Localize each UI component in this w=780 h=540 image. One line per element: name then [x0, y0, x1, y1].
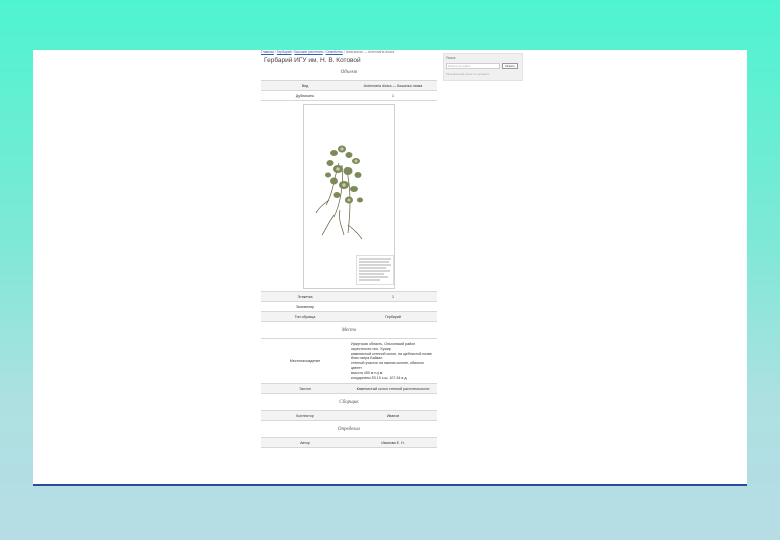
- locality-line: координаты 53.19 с.ш. 107.34 в.д.: [351, 375, 408, 380]
- search-button[interactable]: Искать: [502, 63, 518, 69]
- row-label: Коллектор: [261, 410, 349, 422]
- breadcrumb-link-plants[interactable]: Высшие растения: [294, 50, 322, 54]
- row-label: Экотоп: [261, 383, 349, 395]
- table-row: Экземпляр: [261, 301, 437, 312]
- row-label: Тип образца: [261, 311, 349, 322]
- section-object-heading: Объект: [261, 64, 437, 81]
- table-row: Дубликаты 1: [261, 90, 437, 101]
- row-value: Каменистый склон степной растительности: [349, 383, 437, 395]
- search-widget-title: Поиск: [446, 56, 456, 60]
- section-det-heading: Определил: [261, 420, 437, 439]
- table-row: Местонахождение Иркутская область, Ольхо…: [261, 338, 437, 385]
- locality-line: степной участок на южном склоне, обильно…: [351, 361, 425, 370]
- page-title: Гербарий ИГУ им. Н. В. Котовой: [264, 57, 361, 64]
- row-label: Местонахождение: [261, 338, 349, 385]
- table-row: Экотоп Каменистый склон степной растител…: [261, 383, 437, 395]
- main-content: Главная / Гербарий / Высшие растения / С…: [261, 50, 437, 449]
- locality-value: Иркутская область, Ольхонский район окре…: [349, 338, 437, 385]
- herbarium-label-image: [356, 254, 394, 285]
- row-value: Antennaria dioica — Кошачья лапка: [349, 80, 437, 91]
- search-input[interactable]: Искать на сайте: [446, 63, 500, 69]
- row-label: Экземпляр: [261, 301, 349, 312]
- row-value: Иванова Е. Н.: [349, 437, 437, 449]
- table-row: Этикетка 1: [261, 291, 437, 302]
- table-row: Коллектор Иванов: [261, 410, 437, 422]
- table-row: Вид Antennaria dioica — Кошачья лапка: [261, 80, 437, 91]
- breadcrumb-link-family[interactable]: Семейство: [326, 50, 343, 54]
- row-value: 1: [349, 291, 437, 302]
- row-label: Дубликаты: [261, 90, 349, 101]
- browser-page: Главная / Гербарий / Высшие растения / С…: [33, 50, 747, 486]
- specimen-image-row: ·: [261, 100, 437, 292]
- table-row: Тип образца Гербарий: [261, 311, 437, 322]
- row-value: 1: [349, 90, 437, 101]
- row-label: Вид: [261, 80, 349, 91]
- specimen-table: Объект Вид Antennaria dioica — Кошачья л…: [261, 64, 437, 449]
- row-value: Гербарий: [349, 311, 437, 322]
- row-label: Этикетка: [261, 291, 349, 302]
- herbarium-sheet-image[interactable]: ·: [303, 103, 395, 289]
- breadcrumb-current: Asteraceae — Antennaria dioica: [345, 50, 395, 54]
- search-widget: Поиск Искать на сайте Искать Расширенный…: [443, 53, 523, 81]
- svg-text:·: ·: [382, 114, 383, 118]
- row-value: [349, 301, 437, 312]
- breadcrumb-link-herbarium[interactable]: Гербарий: [277, 50, 292, 54]
- table-row: Автор Иванова Е. Н.: [261, 437, 437, 449]
- breadcrumb-link-home[interactable]: Главная: [261, 50, 274, 54]
- row-value: Иванов: [349, 410, 437, 422]
- row-label: Автор: [261, 437, 349, 449]
- section-collector-heading: Сборщик: [261, 393, 437, 412]
- breadcrumb: Главная / Гербарий / Высшие растения / С…: [261, 50, 395, 54]
- section-place-heading: Место: [261, 321, 437, 339]
- advanced-search-link[interactable]: Расширенный поиск по гербарию: [446, 72, 489, 76]
